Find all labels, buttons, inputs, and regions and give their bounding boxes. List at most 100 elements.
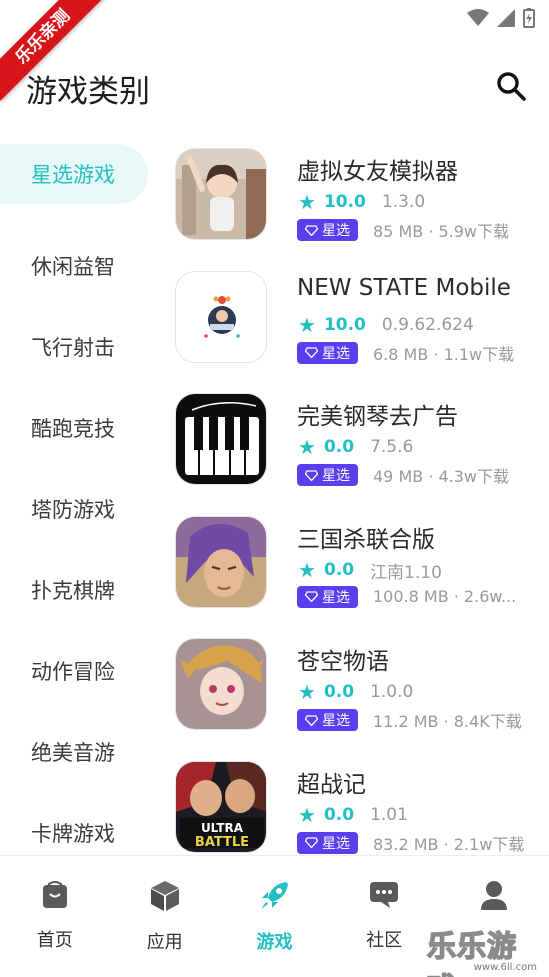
app-score: 10.0 (323, 192, 366, 212)
chat-icon (370, 882, 399, 908)
tab-label: 首页 (36, 930, 73, 951)
app-name: 苍空物语 (297, 649, 389, 676)
app-rating: ★ 0.0 1.0.0 (298, 680, 413, 704)
category-label: 飞行射击 (31, 335, 115, 360)
app-list-item[interactable]: 虚拟女友模拟器 ★ 10.0 1.3.0 星选 85 MB · 5.9w下载 (175, 148, 549, 271)
app-icon[interactable] (175, 515, 267, 608)
watermark: 乐乐游戏 www.6ll.com (426, 921, 545, 977)
app-meta: 星选 100.8 MB · 2.6w... (297, 585, 517, 608)
app-rating: ★ 10.0 0.9.62.624 (298, 313, 474, 337)
search-icon[interactable] (495, 70, 527, 102)
app-rating: ★ 0.0 江南1.10 (298, 558, 442, 583)
app-version: 1.0.0 (370, 682, 414, 703)
category-item-tower-defense[interactable]: 塔防游戏 (0, 468, 148, 549)
featured-badge: 星选 (297, 464, 358, 487)
corner-banner: 乐乐亲测 (0, 0, 110, 110)
app-size-downloads: 83.2 MB · 2.1w下载 (373, 834, 525, 854)
app-icon[interactable] (175, 270, 267, 363)
app-icon[interactable]: ULTRA BATTLE (175, 760, 267, 853)
category-label: 绝美音游 (31, 740, 115, 765)
bag-icon (42, 881, 67, 908)
tab-community[interactable]: 社区 (329, 856, 439, 977)
featured-badge: 星选 (297, 585, 358, 608)
diamond-icon (305, 224, 318, 236)
app-icon[interactable] (175, 638, 267, 731)
diamond-icon (305, 837, 318, 849)
star-icon: ★ (298, 190, 316, 214)
diamond-icon (305, 347, 318, 359)
app-meta: 星选 11.2 MB · 8.4K下载 (297, 708, 522, 732)
category-item-featured[interactable]: 星选游戏 (0, 144, 148, 204)
category-item-racing[interactable]: 酷跑竞技 (0, 387, 148, 468)
star-icon: ★ (298, 435, 316, 460)
badge-label: 星选 (322, 589, 350, 606)
app-name: 虚拟女友模拟器 (297, 159, 458, 185)
app-meta: 星选 83.2 MB · 2.1w下载 (297, 831, 524, 855)
corner-banner-text: 乐乐亲测 (0, 0, 107, 101)
app-version: 7.5.6 (370, 437, 414, 458)
category-label: 酷跑竞技 (31, 416, 115, 441)
diamond-icon (305, 715, 318, 726)
category-label: 休闲益智 (31, 254, 115, 279)
star-icon: ★ (298, 312, 316, 337)
app-list-item[interactable]: 完美钢琴去广告 ★ 0.0 7.5.6 星选 49 MB · 4.3w下载 (175, 393, 549, 516)
badge-label: 星选 (322, 835, 350, 852)
star-icon: ★ (298, 558, 316, 583)
tab-home[interactable]: 首页 (0, 856, 110, 977)
category-label: 塔防游戏 (31, 497, 115, 522)
app-size-downloads: 6.8 MB · 1.1w下载 (373, 344, 515, 364)
category-label: 卡牌游戏 (31, 821, 115, 846)
app-score: 0.0 (323, 437, 355, 458)
category-item-card-board[interactable]: 扑克棋牌 (0, 549, 148, 630)
app-rating: ★ 0.0 7.5.6 (298, 435, 413, 459)
app-list-item[interactable]: 苍空物语 ★ 0.0 1.0.0 星选 11.2 MB · 8.4K下载 (175, 638, 549, 761)
svg-text:BATTLE: BATTLE (195, 835, 249, 850)
app-list: 虚拟女友模拟器 ★ 10.0 1.3.0 星选 85 MB · 5.9w下载 N… (175, 148, 549, 884)
app-version: 0.9.62.624 (381, 314, 474, 335)
person-icon (481, 881, 508, 910)
app-version: 1.01 (370, 804, 408, 825)
app-size-downloads: 85 MB · 5.9w下载 (373, 222, 510, 241)
category-label: 动作冒险 (31, 659, 115, 684)
app-size-downloads: 100.8 MB · 2.6w... (373, 587, 517, 607)
badge-label: 星选 (322, 468, 350, 485)
tab-label: 社区 (366, 930, 403, 951)
app-meta: 星选 6.8 MB · 1.1w下载 (297, 341, 514, 365)
category-item-casual[interactable]: 休闲益智 (0, 225, 148, 306)
app-rating: ★ 0.0 1.01 (298, 803, 408, 827)
cube-icon (150, 881, 179, 911)
app-score: 0.0 (323, 804, 355, 825)
app-icon[interactable] (175, 393, 267, 486)
featured-badge: 星选 (297, 219, 358, 241)
app-rating: ★ 10.0 1.3.0 (298, 190, 425, 214)
diamond-icon (305, 591, 318, 603)
svg-text:ULTRA: ULTRA (201, 821, 244, 835)
category-item-action[interactable]: 动作冒险 (0, 630, 148, 711)
app-name: 完美钢琴去广告 (297, 404, 458, 431)
app-name: 超战记 (297, 771, 366, 798)
badge-label: 星选 (322, 223, 350, 239)
app-version: 江南1.10 (370, 562, 442, 583)
app-meta: 星选 85 MB · 5.9w下载 (297, 218, 509, 242)
signal-icon (497, 9, 515, 27)
app-icon[interactable] (175, 148, 267, 240)
app-score: 10.0 (323, 314, 366, 335)
featured-badge: 星选 (297, 709, 358, 732)
diamond-icon (305, 470, 318, 481)
category-item-shooting[interactable]: 飞行射击 (0, 306, 148, 387)
tab-apps[interactable]: 应用 (110, 856, 220, 977)
badge-label: 星选 (322, 713, 350, 730)
app-list-item[interactable]: NEW STATE Mobile ★ 10.0 0.9.62.624 星选 6.… (175, 270, 549, 394)
app-score: 0.0 (323, 682, 355, 703)
app-list-item[interactable]: 三国杀联合版 ★ 0.0 江南1.10 星选 100.8 MB · 2.6w..… (175, 515, 549, 639)
app-score: 0.0 (323, 560, 355, 581)
tab-label: 应用 (146, 932, 183, 953)
category-item-music[interactable]: 绝美音游 (0, 711, 148, 792)
status-icons (467, 8, 535, 28)
featured-badge: 星选 (297, 831, 358, 854)
tab-games[interactable]: 游戏 (220, 856, 330, 977)
app-meta: 星选 49 MB · 4.3w下载 (297, 463, 509, 487)
app-version: 1.3.0 (381, 192, 426, 212)
category-label: 扑克棋牌 (31, 578, 115, 603)
category-label: 星选游戏 (31, 163, 115, 187)
